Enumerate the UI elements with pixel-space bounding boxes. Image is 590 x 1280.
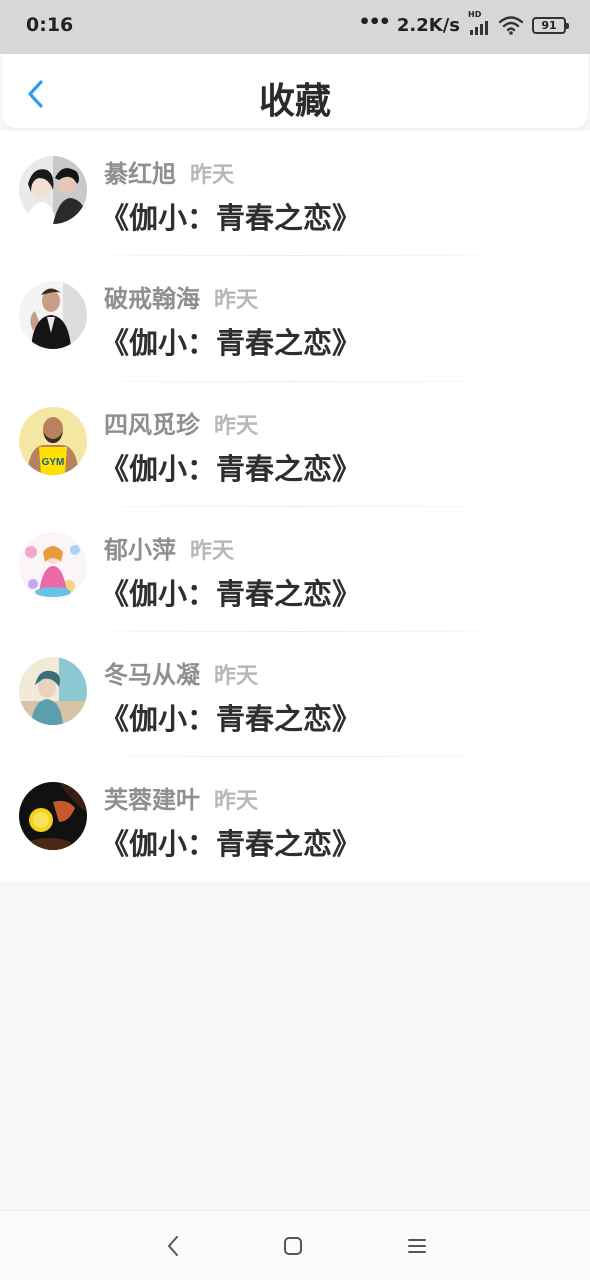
list-item[interactable]: 芙蓉建叶 昨天 《伽小：青春之恋》 (0, 757, 590, 882)
user-name: 芙蓉建叶 (104, 786, 200, 815)
signal-icon: HD (468, 10, 490, 35)
timestamp: 昨天 (190, 538, 235, 564)
favorites-list: 綦红旭 昨天 《伽小：青春之恋》 破戒翰海 昨天 《伽小：青春之恋》 GYM 四… (0, 131, 590, 882)
nav-back-icon (168, 1236, 178, 1256)
nav-home-button[interactable] (278, 1233, 308, 1259)
avatar[interactable] (19, 657, 87, 726)
user-name: 郁小萍 (104, 535, 176, 564)
status-indicators: ••• 2.2K/s HD 91 (358, 10, 569, 36)
page-title: 收藏 (258, 81, 331, 122)
avatar[interactable] (19, 156, 87, 224)
list-item[interactable]: 郁小萍 昨天 《伽小：青春之恋》 (0, 507, 590, 633)
nav-menu-icon (408, 1239, 426, 1253)
timestamp: 昨天 (214, 789, 259, 815)
nav-back-button[interactable] (158, 1233, 188, 1259)
book-title[interactable]: 《伽小：青春之恋》 (100, 821, 361, 863)
svg-text:GYM: GYM (42, 457, 65, 468)
avatar[interactable] (19, 531, 87, 600)
book-title[interactable]: 《伽小：青春之恋》 (100, 320, 361, 362)
timestamp: 昨天 (214, 413, 259, 439)
status-time: 0:16 (26, 14, 74, 36)
avatar[interactable] (19, 281, 87, 350)
system-nav-bar (0, 1210, 590, 1280)
user-name: 四风觅珍 (104, 410, 200, 439)
book-title[interactable]: 《伽小：青春之恋》 (100, 195, 361, 237)
timestamp: 昨天 (214, 288, 259, 314)
timestamp: 昨天 (214, 664, 259, 690)
list-item[interactable]: GYM 四风觅珍 昨天 《伽小：青春之恋》 (0, 382, 590, 507)
avatar[interactable] (19, 782, 87, 851)
status-bar: 0:16 ••• 2.2K/s HD 91 (0, 0, 590, 54)
list-item[interactable]: 破戒翰海 昨天 《伽小：青春之恋》 (0, 256, 590, 382)
list-item[interactable]: 綦红旭 昨天 《伽小：青春之恋》 (0, 131, 590, 257)
battery-icon: 91 (532, 16, 569, 34)
header: 收藏 (2, 54, 588, 128)
network-speed: 2.2K/s (396, 14, 460, 36)
nav-menu-button[interactable] (402, 1233, 432, 1259)
timestamp: 昨天 (190, 163, 235, 188)
user-name: 冬马从凝 (104, 661, 200, 690)
list-item[interactable]: 冬马从凝 昨天 《伽小：青春之恋》 (0, 632, 590, 758)
book-title[interactable]: 《伽小：青春之恋》 (100, 696, 361, 738)
nav-home-icon (284, 1237, 302, 1255)
user-name: 綦红旭 (104, 160, 176, 188)
book-title[interactable]: 《伽小：青春之恋》 (100, 571, 361, 613)
wifi-icon (498, 16, 524, 35)
hd-label: HD (468, 10, 482, 19)
network-dots: ••• (358, 10, 390, 33)
avatar[interactable]: GYM (19, 406, 87, 475)
user-name: 破戒翰海 (104, 285, 200, 314)
book-title[interactable]: 《伽小：青春之恋》 (100, 446, 361, 488)
